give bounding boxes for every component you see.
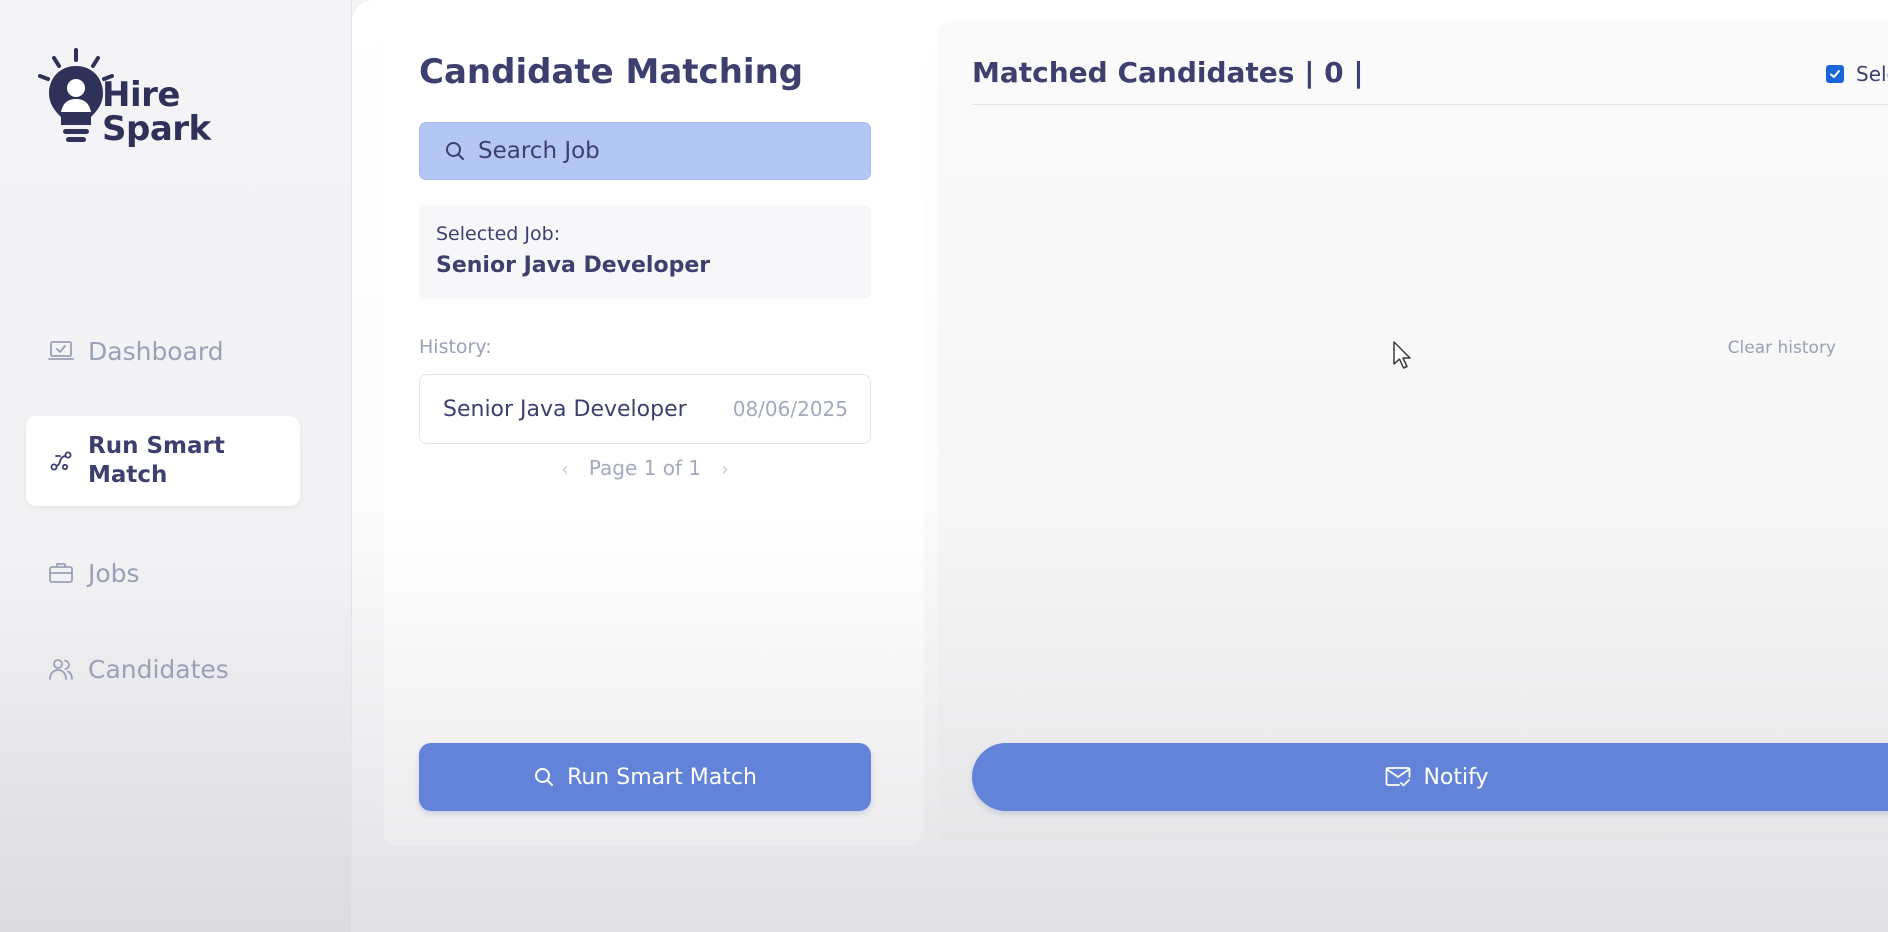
notify-label: Notify [1423,764,1489,790]
history-item[interactable]: Senior Java Developer 08/06/2025 [419,374,871,444]
history-label: History: [419,336,492,358]
check-icon [1830,70,1840,78]
selected-job-card: Selected Job: Senior Java Developer [419,205,871,299]
sidebar-item-label: Candidates [88,654,229,684]
pagination: ‹ Page 1 of 1 › [419,456,871,480]
history-job-title: Senior Java Developer [443,396,687,422]
divider [972,104,1888,105]
laptop-check-icon [48,341,74,360]
select-all-toggle[interactable]: Sele [1826,62,1888,86]
hire-spark-logo[interactable]: Hire Spark [36,48,216,158]
logo-line-2: Spark [102,109,211,149]
route-icon [50,451,72,471]
sidebar-item-dashboard[interactable]: Dashboard [26,306,300,396]
history-job-date: 08/06/2025 [732,397,848,421]
logo-text: Hire Spark [102,78,211,146]
sidebar-item-jobs[interactable]: Jobs [26,528,300,618]
search-icon [535,768,554,786]
matched-candidates-panel [938,20,1888,846]
users-icon [49,659,73,680]
select-all-label: Sele [1856,62,1888,86]
selected-job-value: Senior Java Developer [436,253,711,278]
mail-check-icon [1386,767,1411,787]
search-icon [446,142,464,160]
sidebar: Hire Spark Dashboard Run Smart Match Job… [0,0,352,932]
selected-job-label: Selected Job: [436,223,561,245]
logo-line-1: Hire [102,75,180,115]
mouse-cursor-icon [1393,341,1411,369]
briefcase-icon [49,563,73,583]
chevron-left-icon[interactable]: ‹ [561,459,568,480]
matched-candidates-title: Matched Candidates | 0 | [972,56,1364,89]
pagination-label: Page 1 of 1 [588,456,702,480]
sidebar-item-candidates[interactable]: Candidates [26,624,300,714]
sidebar-item-run-smart-match[interactable]: Run Smart Match [26,416,300,506]
search-job-input[interactable] [478,138,838,164]
select-all-checkbox[interactable] [1826,65,1844,83]
sidebar-item-label: Run Smart Match [88,433,225,488]
notify-button[interactable]: Notify [972,743,1888,811]
run-smart-match-button[interactable]: Run Smart Match [419,743,871,811]
sidebar-item-label: Dashboard [88,336,224,366]
chevron-right-icon[interactable]: › [721,459,728,480]
sidebar-item-label: Jobs [88,558,140,588]
main-content: Candidate Matching Selected Job: Senior … [352,0,1888,932]
page-title: Candidate Matching [419,52,804,92]
search-job-field[interactable] [419,122,871,180]
run-smart-match-label: Run Smart Match [567,764,757,790]
clear-history-link[interactable]: Clear history [1728,338,1836,358]
